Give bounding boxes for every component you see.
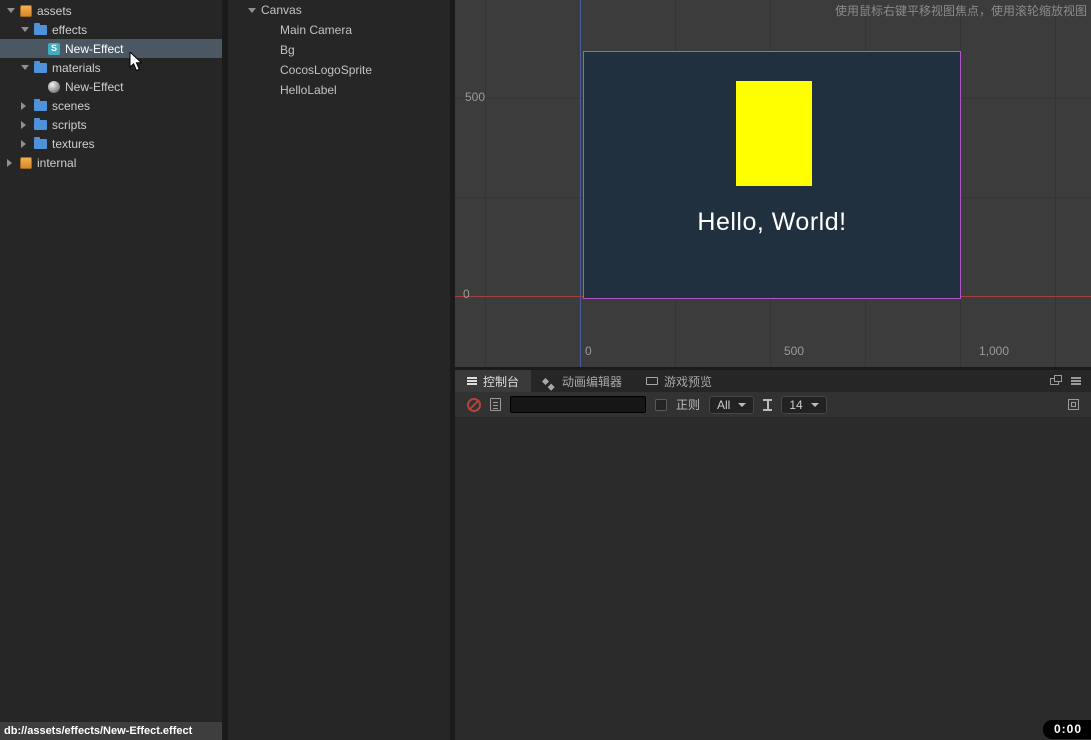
expand-arrow-icon[interactable] [21, 121, 34, 129]
hierarchy-node-label: CocosLogoSprite [280, 63, 373, 77]
timer-badge: 0:00 [1042, 720, 1091, 739]
ruler-label: 500 [465, 90, 486, 104]
tree-item-label: materials [52, 60, 101, 75]
log-file-icon[interactable] [490, 398, 501, 411]
folder-icon [34, 61, 47, 73]
tab-label: 控制台 [483, 374, 520, 389]
tree-item-label: scripts [52, 117, 87, 132]
assets-panel: assets effects S New-Effect materials Ne… [0, 0, 222, 740]
scene-y-axis [580, 0, 581, 367]
preview-monitor-icon [646, 377, 659, 385]
collapse-arrow-icon[interactable] [21, 65, 34, 70]
expand-arrow-icon[interactable] [21, 102, 34, 110]
ruler-label: 500 [784, 344, 805, 358]
tree-item-label: scenes [52, 98, 91, 113]
chevron-down-icon [810, 402, 819, 407]
tree-item-new-effect-material[interactable]: New-Effect [0, 77, 222, 96]
collapse-logs-icon[interactable] [1068, 399, 1079, 410]
assets-db-icon [20, 4, 32, 17]
console-panel: 控制台 动画编辑器 游戏预览 正则 All 14 [455, 370, 1091, 740]
tree-item-internal[interactable]: internal [0, 153, 222, 172]
tabbar-actions [1050, 370, 1091, 392]
hierarchy-panel: Canvas Main Camera Bg CocosLogoSprite He… [228, 0, 450, 740]
hierarchy-node-label: Canvas [261, 3, 302, 17]
tree-item-label: effects [52, 22, 88, 37]
tree-item-label: New-Effect [65, 79, 124, 94]
effect-icon-letter: S [50, 43, 57, 53]
font-size-value: 14 [789, 397, 803, 412]
expand-arrow-icon[interactable] [21, 140, 34, 148]
hierarchy-node-bg[interactable]: Bg [228, 40, 450, 60]
log-type-value: All [717, 397, 731, 412]
tab-console[interactable]: 控制台 [455, 370, 532, 392]
asset-path-statusbar: db://assets/effects/New-Effect.effect [0, 722, 222, 740]
folder-icon [34, 99, 47, 111]
internal-db-icon [20, 156, 32, 169]
scene-view[interactable]: 500 0 0 500 1,000 Hello, World! 使用鼠标右键平移… [455, 0, 1091, 367]
font-size-icon [763, 398, 773, 411]
hierarchy-node-canvas[interactable]: Canvas [228, 0, 450, 20]
tab-animation-editor[interactable]: 动画编辑器 [531, 370, 634, 392]
console-toolbar: 正则 All 14 [455, 392, 1091, 418]
tab-label: 动画编辑器 [562, 374, 623, 389]
collapse-arrow-icon[interactable] [7, 8, 20, 13]
font-size-dropdown[interactable]: 14 [781, 395, 827, 414]
scene-navigation-hint: 使用鼠标右键平移视图焦点，使用滚轮缩放视图 [834, 4, 1087, 18]
tree-item-scenes[interactable]: scenes [0, 96, 222, 115]
hierarchy-node-hello-label[interactable]: HelloLabel [228, 80, 450, 100]
undock-panel-icon[interactable] [1050, 374, 1062, 385]
tree-item-label: internal [37, 155, 77, 170]
hierarchy-node-label: HelloLabel [280, 83, 337, 97]
hierarchy-node-cocos-logo-sprite[interactable]: CocosLogoSprite [228, 60, 450, 80]
hierarchy-node-label: Main Camera [280, 23, 353, 37]
tree-item-effects[interactable]: effects [0, 20, 222, 39]
folder-icon [34, 118, 47, 130]
tree-item-new-effect[interactable]: S New-Effect [0, 39, 222, 58]
effect-file-icon: S [48, 42, 60, 55]
tab-label: 游戏预览 [664, 374, 713, 389]
console-tabbar: 控制台 动画编辑器 游戏预览 [455, 370, 1091, 392]
keyframes-icon [541, 377, 550, 385]
tab-game-preview[interactable]: 游戏预览 [634, 370, 724, 392]
ruler-label: 1,000 [979, 344, 1010, 358]
tree-item-label: textures [52, 136, 95, 151]
hierarchy-node-main-camera[interactable]: Main Camera [228, 20, 450, 40]
ruler-label: 0 [585, 344, 592, 358]
console-search-input[interactable] [510, 396, 646, 413]
console-icon [467, 377, 477, 379]
console-log-area[interactable] [455, 418, 1091, 740]
cocos-logo-sprite-node[interactable] [736, 81, 812, 186]
folder-icon [34, 137, 47, 149]
expand-arrow-icon[interactable] [7, 159, 20, 167]
tree-item-label: assets [37, 3, 72, 18]
clear-console-icon[interactable] [467, 397, 481, 412]
tree-item-scripts[interactable]: scripts [0, 115, 222, 134]
folder-icon [34, 23, 47, 35]
tree-item-assets[interactable]: assets [0, 1, 222, 20]
collapse-arrow-icon[interactable] [248, 8, 261, 13]
assets-tree: assets effects S New-Effect materials Ne… [0, 1, 222, 172]
tree-item-materials[interactable]: materials [0, 58, 222, 77]
hello-label-node[interactable]: Hello, World! [584, 208, 960, 237]
log-type-dropdown[interactable]: All [709, 395, 755, 414]
regex-checkbox[interactable] [655, 398, 667, 411]
panel-menu-icon[interactable] [1071, 377, 1081, 379]
material-sphere-icon [48, 80, 60, 93]
ruler-label: 0 [463, 287, 470, 301]
hierarchy-node-label: Bg [280, 43, 295, 57]
chevron-down-icon [738, 402, 747, 407]
scene-canvas-node[interactable]: Hello, World! [583, 51, 961, 299]
tree-item-label: New-Effect [65, 41, 124, 56]
collapse-arrow-icon[interactable] [21, 27, 34, 32]
tree-item-textures[interactable]: textures [0, 134, 222, 153]
regex-label: 正则 [676, 398, 701, 412]
